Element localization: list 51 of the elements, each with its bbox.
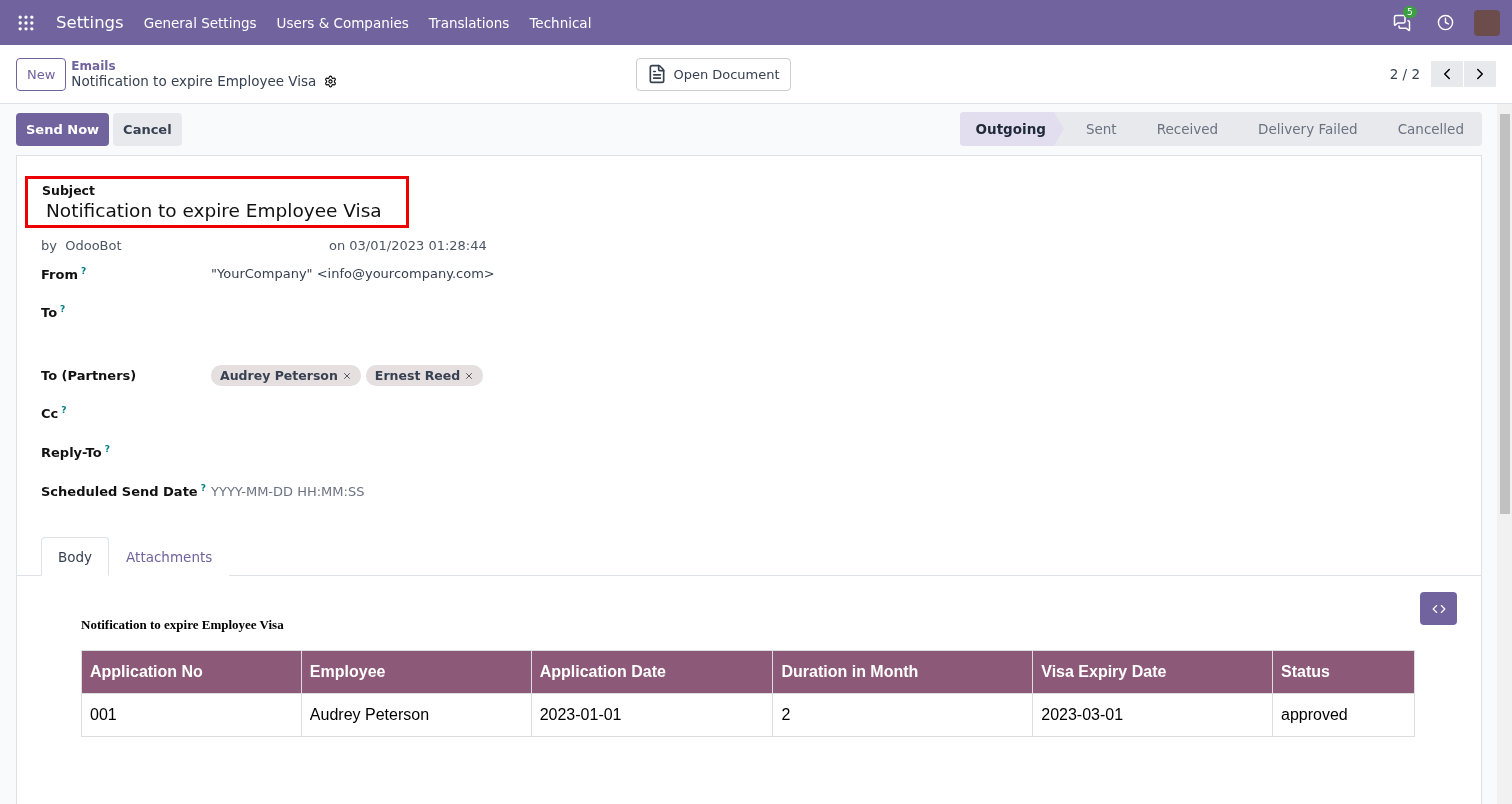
partner-tag[interactable]: Audrey Peterson [211, 365, 361, 386]
column-header: Application No [81, 650, 302, 694]
nav-menu-item[interactable]: Technical [529, 14, 592, 31]
clock-icon[interactable] [1437, 14, 1454, 31]
pager-value: 2 / 2 [1389, 66, 1420, 82]
nav-menu-item[interactable]: General Settings [143, 14, 257, 31]
tab[interactable]: Body [41, 537, 110, 576]
nav-menu-item[interactable]: Translations [428, 14, 510, 31]
partner-tag[interactable]: Ernest Reed [365, 365, 484, 386]
settings-icon[interactable] [324, 74, 338, 88]
code-view-button[interactable] [1420, 592, 1457, 625]
remove-icon[interactable] [341, 370, 352, 381]
next-button[interactable] [1464, 61, 1496, 87]
field-label: To (Partners) [41, 368, 138, 383]
new-button[interactable]: New [16, 57, 67, 91]
record-title: Notification to expire Employee Visa [71, 73, 317, 89]
column-header: Visa Expiry Date [1032, 650, 1273, 694]
field-label: Scheduled Send Date $^{?}$ [41, 483, 207, 500]
table-cell: Audrey Peterson [301, 693, 532, 737]
status-step[interactable]: Outgoing [959, 112, 1064, 146]
open-document-button[interactable]: Open Document [636, 57, 791, 91]
table-cell: 2 [773, 693, 1033, 737]
field-value: "YourCompany" <info@yourcompany.com> [211, 266, 496, 281]
document-icon [647, 64, 668, 84]
table-cell: 001 [81, 693, 302, 737]
app-name[interactable]: Settings [56, 13, 124, 32]
field-label: To $^{?}$ [41, 304, 67, 321]
table-cell: approved [1272, 693, 1415, 737]
chat-icon[interactable] [1393, 13, 1411, 32]
table-cell: 2023-03-01 [1032, 693, 1273, 737]
subject-label: Subject [42, 183, 96, 198]
column-header: Application Date [531, 650, 773, 694]
send-now-button[interactable]: Send Now [16, 112, 110, 146]
remove-icon[interactable] [464, 370, 475, 381]
email-heading: Notification to expire Employee Visa [81, 617, 285, 633]
breadcrumb-link[interactable]: Emails [71, 59, 338, 73]
column-header: Status [1272, 650, 1415, 694]
nav-menu-item[interactable]: Users & Companies [276, 14, 409, 31]
subject-value: Notification to expire Employee Visa [45, 200, 383, 221]
author-text: by OdooBot [41, 238, 123, 253]
field-label: From $^{?}$ [41, 266, 88, 283]
column-header: Duration in Month [773, 650, 1033, 694]
date-text: on 03/01/2023 01:28:44 [329, 238, 488, 253]
previous-button[interactable] [1431, 61, 1463, 87]
column-header: Employee [301, 650, 532, 694]
message-count-badge: 5 [1403, 5, 1417, 18]
scrollbar[interactable] [1497, 104, 1512, 804]
field-label: Reply-To $^{?}$ [41, 444, 111, 461]
table-cell: 2023-01-01 [531, 693, 773, 737]
field-label: Cc $^{?}$ [41, 405, 68, 422]
cancel-button[interactable]: Cancel [113, 112, 182, 146]
